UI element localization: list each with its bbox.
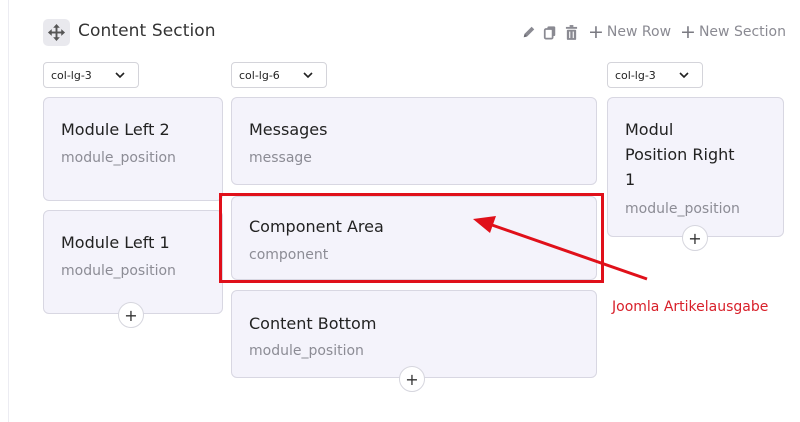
plus-icon: + [680,20,696,43]
frame-border [8,0,9,422]
module-title: Content Bottom [249,314,377,333]
module-title-line: Position Right [625,145,735,164]
module-title: Component Area [249,217,384,236]
column-1-class-select[interactable]: col-lg-3 [43,62,139,88]
new-row-label: New Row [606,24,672,40]
module-title: Modul Position Right 1 [625,117,735,192]
chevron-down-icon [115,72,125,79]
add-module-button[interactable]: + [399,366,425,392]
module-position: module_position [61,263,176,279]
module-card-content-bottom[interactable]: Content Bottom module_position [231,290,597,378]
module-position: module_position [249,343,364,359]
plus-icon: + [124,305,138,325]
new-section-button[interactable]: + New Section [680,20,786,43]
column-1-class-value: col-lg-3 [51,68,92,82]
module-position: message [249,150,312,166]
module-card-left-1[interactable]: Module Left 1 module_position [43,210,223,314]
module-card-component-area[interactable]: Component Area component [231,196,597,280]
add-module-button[interactable]: + [682,225,708,251]
plus-icon: + [688,228,702,248]
module-card-right-1[interactable]: Modul Position Right 1 module_position [607,97,784,237]
module-position: component [249,247,329,263]
module-position: module_position [625,201,740,217]
section-title: Content Section [78,21,216,41]
move-handle[interactable] [43,19,70,46]
add-module-button[interactable]: + [118,302,144,328]
column-3-class-value: col-lg-3 [615,68,656,82]
copy-icon[interactable] [542,24,558,40]
trash-icon[interactable] [563,24,579,40]
column-2-class-value: col-lg-6 [239,68,280,82]
column-3-class-select[interactable]: col-lg-3 [607,62,703,88]
move-arrows-icon [47,23,66,42]
module-title: Module Left 1 [61,233,170,252]
column-2-class-select[interactable]: col-lg-6 [231,62,327,88]
new-section-label: New Section [698,24,786,40]
module-card-messages[interactable]: Messages message [231,97,597,185]
module-title-line: 1 [625,170,636,189]
section-toolbar: + New Row + New Section [521,20,786,44]
new-row-button[interactable]: + New Row [588,20,672,43]
module-card-left-2[interactable]: Module Left 2 module_position [43,97,223,201]
annotation-label: Joomla Artikelausgabe [612,299,769,315]
module-position: module_position [61,150,176,166]
chevron-down-icon [303,72,313,79]
plus-icon: + [588,20,604,43]
plus-icon: + [405,369,419,389]
module-title: Module Left 2 [61,120,170,139]
chevron-down-icon [679,72,689,79]
pencil-icon[interactable] [521,24,537,40]
module-title-line: Modul [625,120,674,139]
module-title: Messages [249,120,328,139]
